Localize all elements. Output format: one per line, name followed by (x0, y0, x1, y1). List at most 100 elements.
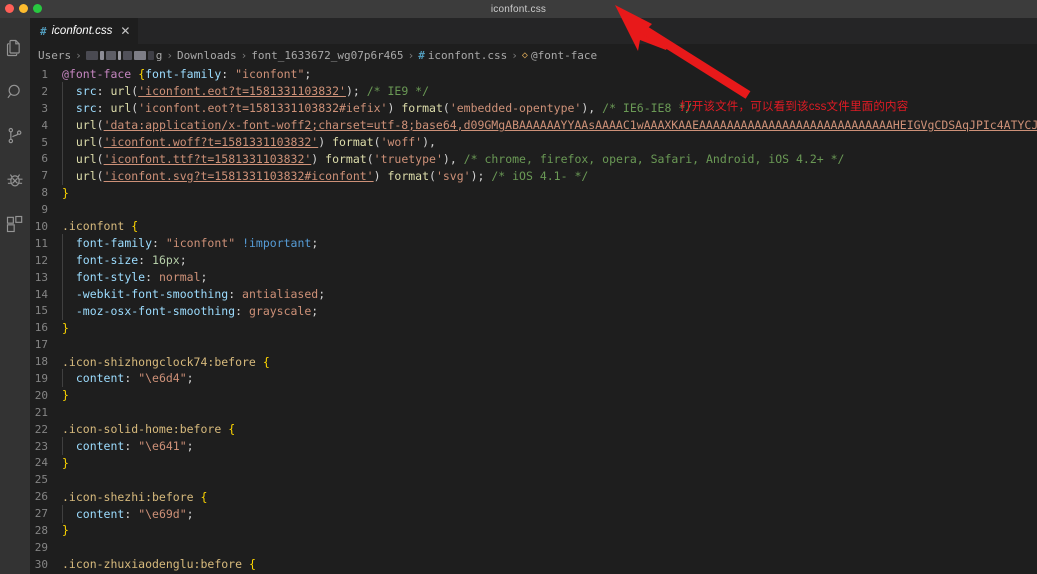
code-line[interactable]: 13 font-style: normal; (30, 268, 1037, 287)
run-and-debug-bug-icon (5, 170, 25, 190)
code-line[interactable]: 24} (30, 454, 1037, 471)
code-token: ); (470, 168, 492, 183)
line-number: 23 (34, 439, 48, 453)
code-text: @font-face {font-family: "iconfont"; (62, 67, 1037, 81)
code-token: : (124, 506, 139, 521)
code-line[interactable]: 26 .icon-shezhi:before { (30, 488, 1037, 505)
code-token: : (96, 101, 111, 116)
code-token: ; (186, 506, 194, 521)
code-token: 'data:application/x-font-woff2;charset=u… (103, 118, 1037, 133)
code-text: font-family: "iconfont" !important; (62, 234, 1037, 253)
window-title: iconfont.css (490, 3, 547, 15)
code-line[interactable]: 9 (30, 201, 1037, 218)
code-line[interactable]: 7 url('iconfont.svg?t=1581331103832#icon… (30, 166, 1037, 185)
code-token: "\e641" (138, 439, 187, 454)
code-token: -webkit-font-smoothing (75, 287, 229, 302)
code-token: antialiased (242, 287, 319, 302)
code-token: : (145, 270, 159, 285)
sidebar-item-source-control[interactable] (0, 114, 30, 158)
code-token: !important (242, 236, 312, 251)
code-token: { (248, 557, 256, 572)
code-line[interactable]: 18 .icon-shizhongclock74:before { (30, 353, 1037, 370)
code-line[interactable]: 27 content: "\e69d"; (30, 504, 1037, 523)
code-token: font-style (75, 270, 146, 285)
line-number: 12 (34, 253, 48, 267)
code-token: ) (311, 151, 326, 166)
code-line[interactable]: 6 url('iconfont.ttf?t=1581331103832') fo… (30, 149, 1037, 168)
code-editor[interactable]: 1 @font-face {font-family: "iconfont"; 2 s… (30, 66, 1037, 574)
code-line[interactable]: 17 (30, 336, 1037, 353)
code-text: url('iconfont.woff?t=1581331103832') for… (62, 133, 1037, 151)
at-rule-symbol-icon: ◇ (521, 49, 528, 61)
code-line[interactable]: 10 .iconfont { (30, 218, 1037, 235)
window-controls[interactable] (5, 4, 42, 13)
line-number: 15 (34, 304, 48, 318)
code-line[interactable]: 28} (30, 522, 1037, 539)
indent-guide (62, 166, 63, 185)
code-line[interactable]: 8} (30, 184, 1037, 201)
code-line[interactable]: 5 url('iconfont.woff?t=1581331103832') f… (30, 133, 1037, 151)
code-line[interactable]: 23 content: "\e641"; (30, 437, 1037, 456)
close-window-button[interactable] (5, 4, 14, 13)
line-number: 9 (41, 203, 48, 217)
line-number: 25 (34, 473, 48, 487)
code-text: url('data:application/x-font-woff2;chars… (62, 116, 1037, 135)
sidebar-item-extensions[interactable] (0, 202, 30, 246)
code-line[interactable]: 16} (30, 319, 1037, 336)
code-token: ; (186, 371, 194, 386)
code-token: .icon-shizhongclock74:before (62, 354, 256, 369)
breadcrumb-separator: › (240, 48, 248, 62)
code-token: content (75, 506, 125, 521)
line-number: 19 (34, 371, 48, 385)
code-line[interactable]: 29 (30, 539, 1037, 556)
code-line[interactable]: 22 .icon-solid-home:before { (30, 421, 1037, 438)
sidebar-item-search[interactable] (0, 70, 30, 114)
code-line[interactable]: 30 .icon-zhuxiaodenglu:before { (30, 556, 1037, 573)
breadcrumb-item-font-folder[interactable]: font_1633672_wg07p6r465 (251, 49, 403, 62)
minimize-window-button[interactable] (19, 4, 28, 13)
code-token: font-size (75, 253, 139, 268)
code-token: ), (422, 135, 436, 149)
maximize-window-button[interactable] (33, 4, 42, 13)
code-token: content (75, 439, 125, 454)
code-token: ; (311, 236, 319, 251)
code-text: } (62, 456, 1037, 470)
code-line[interactable]: 14 -webkit-font-smoothing: antialiased; (30, 285, 1037, 304)
breadcrumb-item-symbol[interactable]: @font-face (531, 49, 597, 62)
code-token: : (138, 253, 153, 268)
code-text: .icon-solid-home:before { (62, 422, 1037, 436)
code-line[interactable]: 21 (30, 404, 1037, 421)
code-token: @font-face (62, 67, 132, 82)
breadcrumb-item-downloads[interactable]: Downloads (177, 49, 237, 62)
sidebar-item-explorer[interactable] (0, 26, 30, 70)
line-number: 7 (41, 169, 48, 183)
code-text: url('iconfont.ttf?t=1581331103832') form… (62, 149, 1037, 168)
code-text: .iconfont { (62, 219, 1037, 233)
code-token: ( (96, 151, 104, 166)
line-number: 1 (41, 67, 48, 81)
code-line[interactable]: 12 font-size: 16px; (30, 251, 1037, 270)
sidebar-item-run-and-debug[interactable] (0, 158, 30, 202)
code-token: ) (373, 168, 388, 183)
tab-iconfont-css[interactable]: # iconfont.css ✕ (30, 18, 140, 44)
close-icon[interactable]: ✕ (120, 25, 130, 37)
code-line[interactable]: 15 -moz-osx-font-smoothing: grayscale; (30, 301, 1037, 320)
code-line[interactable]: 11 font-family: "iconfont" !important; (30, 234, 1037, 253)
code-token: format (401, 101, 443, 116)
code-line[interactable]: 25 (30, 471, 1037, 488)
code-token: ) (318, 135, 333, 149)
breadcrumb-item-username-redacted[interactable]: g (85, 49, 162, 62)
line-number: 10 (34, 219, 48, 233)
code-token: /* iOS 4.1- */ (491, 168, 589, 183)
code-token: url (110, 84, 132, 99)
indent-guide (62, 285, 63, 304)
code-line[interactable]: 1 @font-face {font-family: "iconfont"; (30, 66, 1037, 83)
files-explorer-icon (5, 38, 25, 58)
code-line[interactable]: 4 url('data:application/x-font-woff2;cha… (30, 116, 1037, 135)
code-line[interactable]: 20} (30, 387, 1037, 404)
breadcrumb-item-file[interactable]: iconfont.css (428, 49, 507, 62)
breadcrumb-item-users[interactable]: Users (38, 49, 71, 62)
line-number: 5 (41, 135, 48, 149)
code-line[interactable]: 19 content: "\e6d4"; (30, 369, 1037, 388)
